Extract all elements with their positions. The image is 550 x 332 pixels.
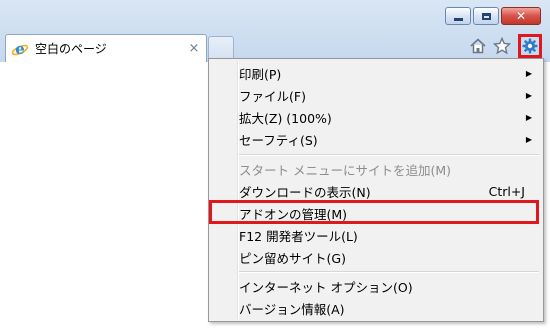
tools-menu: 印刷(P) ▶ ファイル(F) ▶ 拡大(Z) (100%) ▶ セーフティ(S… [208, 58, 544, 322]
menu-item-internet-options[interactable]: インターネット オプション(O) [239, 275, 539, 297]
shortcut-label: Ctrl+J [488, 183, 525, 199]
menu-item-label: 拡大(Z) (100%) [239, 110, 332, 126]
menu-separator [239, 154, 539, 156]
submenu-arrow-icon: ▶ [525, 90, 533, 100]
menu-item-label: 印刷(P) [239, 66, 282, 82]
submenu-arrow-icon: ▶ [525, 68, 533, 78]
window-controls: ✕ [445, 7, 541, 25]
menu-item-label: ピン留めサイト(G) [239, 250, 346, 266]
menu-item-label: インターネット オプション(O) [239, 279, 413, 295]
close-icon: ✕ [515, 9, 527, 23]
favorites-star-icon[interactable] [492, 36, 512, 56]
menu-item-label: ダウンロードの表示(N) [239, 184, 371, 200]
menu-item-label: ファイル(F) [239, 88, 306, 104]
minimize-icon [453, 17, 463, 21]
menu-item-about[interactable]: バージョン情報(A) [239, 297, 539, 319]
browser-tab[interactable]: e 空白のページ × [5, 34, 207, 62]
maximize-icon [481, 12, 491, 20]
submenu-arrow-icon: ▶ [525, 134, 533, 144]
submenu-arrow-icon: ▶ [525, 112, 533, 122]
menu-item-f12-devtools[interactable]: F12 開発者ツール(L) [239, 224, 539, 246]
menu-item-print[interactable]: 印刷(P) ▶ [239, 62, 539, 84]
menu-item-file[interactable]: ファイル(F) ▶ [239, 84, 539, 106]
menu-item-view-downloads[interactable]: ダウンロードの表示(N) Ctrl+J [239, 180, 539, 202]
highlight-box [209, 200, 539, 224]
tab-close-icon[interactable]: × [186, 41, 202, 56]
menu-item-label: F12 開発者ツール(L) [239, 228, 358, 244]
menu-item-pinned-sites[interactable]: ピン留めサイト(G) [239, 246, 539, 268]
ie-logo-icon: e [11, 40, 29, 58]
close-window-button[interactable]: ✕ [501, 7, 541, 25]
maximize-button[interactable] [473, 7, 499, 25]
menu-item-label: セーフティ(S) [239, 132, 318, 148]
tools-gear-icon[interactable] [518, 34, 542, 58]
svg-text:e: e [15, 40, 25, 58]
command-icons [468, 34, 542, 58]
menu-item-label: スタート メニューにサイトを追加(M) [239, 162, 452, 178]
minimize-button[interactable] [445, 7, 471, 25]
home-icon[interactable] [468, 36, 488, 56]
menu-separator [239, 271, 539, 273]
menu-item-label: バージョン情報(A) [239, 301, 345, 317]
menu-item-safety[interactable]: セーフティ(S) ▶ [239, 128, 539, 150]
menu-item-add-site-to-start: スタート メニューにサイトを追加(M) [239, 158, 539, 180]
menu-item-zoom[interactable]: 拡大(Z) (100%) ▶ [239, 106, 539, 128]
tab-title: 空白のページ [35, 42, 107, 56]
